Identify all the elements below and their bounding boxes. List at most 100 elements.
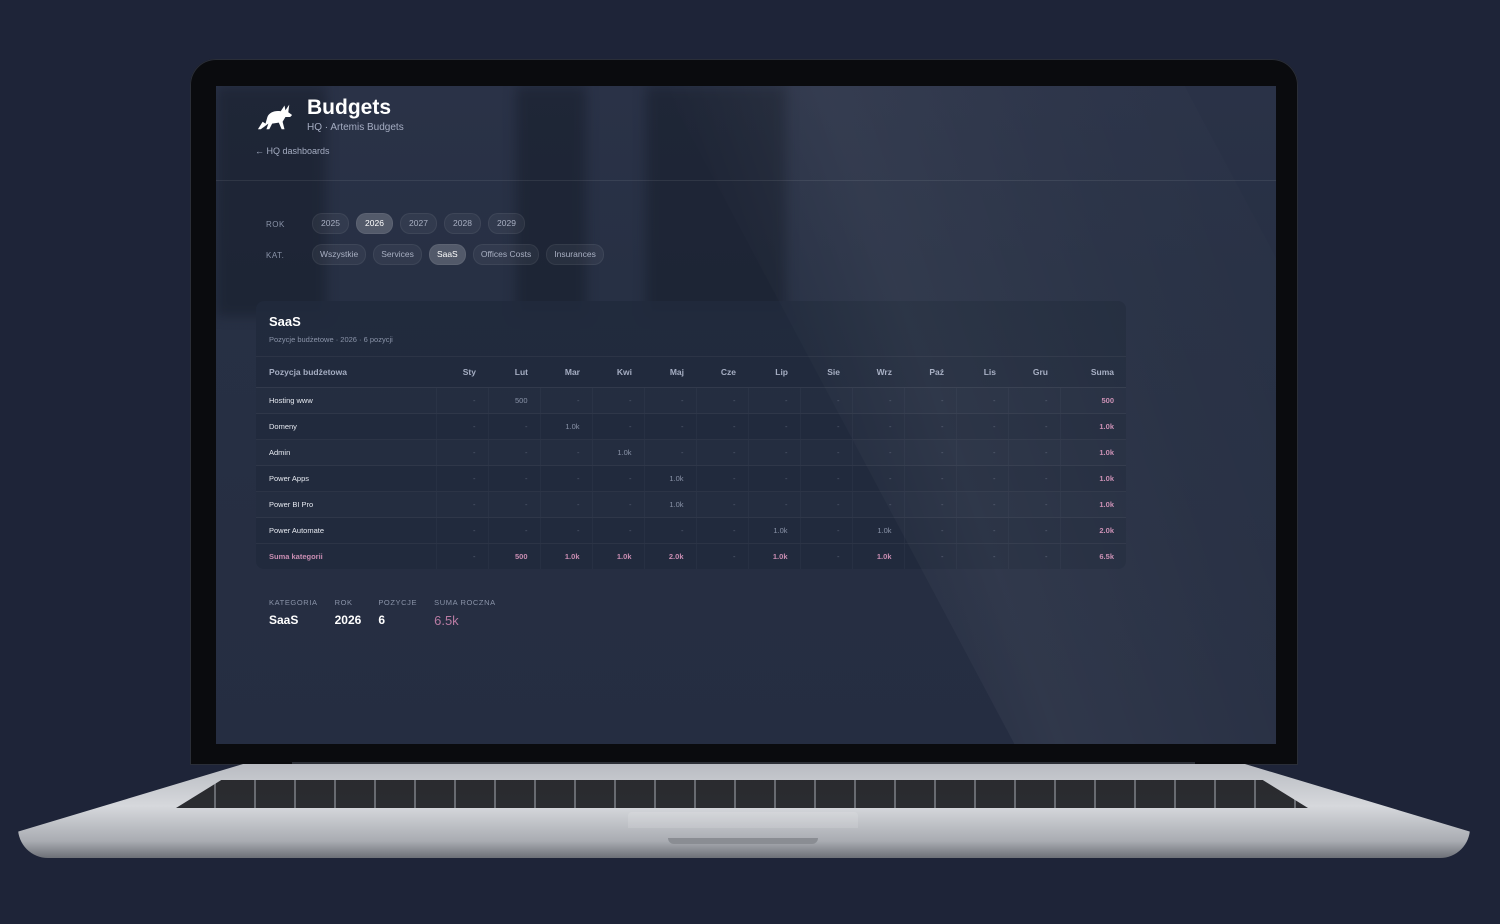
column-header: Cze bbox=[696, 356, 748, 388]
table-cell: - bbox=[644, 439, 696, 466]
table-cell: - bbox=[956, 517, 1008, 544]
table-cell: - bbox=[436, 387, 488, 414]
year-pill-2029[interactable]: 2029 bbox=[488, 213, 525, 234]
table-cell: - bbox=[436, 439, 488, 466]
table-cell: - bbox=[696, 517, 748, 544]
table-cell: - bbox=[800, 517, 852, 544]
category-pill-saas[interactable]: SaaS bbox=[428, 244, 466, 265]
table-cell: - bbox=[852, 439, 904, 466]
table-cell: - bbox=[956, 439, 1008, 466]
table-cell: - bbox=[436, 413, 488, 440]
table-cell: - bbox=[748, 465, 800, 492]
stat-year: ROK 2026 bbox=[335, 598, 362, 628]
budget-card: SaaS Pozycje budżetowe · 2026 · 6 pozycj… bbox=[256, 301, 1126, 569]
table-cell: - bbox=[852, 465, 904, 492]
row-name: Suma kategorii bbox=[256, 543, 436, 569]
row-sum: 2.0k bbox=[1060, 517, 1126, 544]
table-cell: - bbox=[592, 413, 644, 440]
table-cell: 1.0k bbox=[748, 543, 800, 569]
year-pill-2027[interactable]: 2027 bbox=[400, 213, 437, 234]
stat-label: ROK bbox=[334, 598, 353, 607]
table-cell: - bbox=[592, 491, 644, 518]
row-name: Admin bbox=[256, 439, 436, 466]
table-cell: - bbox=[800, 413, 852, 440]
table-cell: - bbox=[644, 517, 696, 544]
category-pill-insurances[interactable]: Insurances bbox=[546, 244, 604, 265]
table-cell: - bbox=[696, 543, 748, 569]
column-header: Paź bbox=[904, 356, 956, 388]
card-title: SaaS bbox=[269, 314, 301, 329]
table-cell: - bbox=[904, 387, 956, 414]
table-cell: - bbox=[956, 543, 1008, 569]
row-name: Domeny bbox=[256, 413, 436, 440]
column-header: Kwi bbox=[592, 356, 644, 388]
table-cell: - bbox=[800, 387, 852, 414]
table-cell: - bbox=[1008, 543, 1060, 569]
table-cell: - bbox=[488, 413, 540, 440]
table-row: Domeny - -1.0k - - - - - - - - -1.0k bbox=[256, 413, 1126, 440]
table-cell: - bbox=[748, 413, 800, 440]
row-sum: 1.0k bbox=[1060, 413, 1126, 440]
table-cell: - bbox=[852, 387, 904, 414]
table-cell: - bbox=[540, 517, 592, 544]
row-name: Hosting www bbox=[256, 387, 436, 414]
table-cell: - bbox=[904, 413, 956, 440]
budget-table: Pozycja budżetowa Sty Lut Mar Kwi Maj Cze Lip Si… bbox=[256, 356, 1126, 569]
table-cell: 1.0k bbox=[540, 543, 592, 569]
table-cell: - bbox=[904, 439, 956, 466]
header-divider bbox=[216, 180, 1276, 181]
table-cell: - bbox=[540, 387, 592, 414]
table-cell: 1.0k bbox=[852, 543, 904, 569]
stat-value: 2026 bbox=[334, 613, 362, 627]
table-cell: - bbox=[956, 387, 1008, 414]
table-cell: - bbox=[748, 387, 800, 414]
table-cell: - bbox=[904, 517, 956, 544]
table-cell: - bbox=[696, 387, 748, 414]
column-header: Lut bbox=[488, 356, 540, 388]
app-screen: Budgets HQ · Artemis Budgets ← HQ dashbo… bbox=[216, 86, 1276, 744]
column-header: Maj bbox=[644, 356, 696, 388]
table-cell: - bbox=[1008, 491, 1060, 518]
year-pill-2028[interactable]: 2028 bbox=[444, 213, 481, 234]
table-cell: - bbox=[1008, 387, 1060, 414]
laptop-keyboard bbox=[176, 780, 1308, 808]
category-pill-services[interactable]: Services bbox=[373, 244, 422, 265]
table-cell: - bbox=[852, 491, 904, 518]
column-header: Pozycja budżetowa bbox=[256, 356, 436, 388]
laptop-trackpad bbox=[628, 812, 858, 828]
table-cell: - bbox=[1008, 439, 1060, 466]
table-cell: - bbox=[800, 439, 852, 466]
table-total-row: Suma kategorii -500 1.0k 1.0k 2.0k -1.0k -1.0k… bbox=[256, 543, 1126, 569]
table-cell: - bbox=[436, 491, 488, 518]
table-cell: - bbox=[540, 439, 592, 466]
category-pill-offices-costs[interactable]: Offices Costs bbox=[472, 244, 540, 265]
table-cell: - bbox=[956, 413, 1008, 440]
page-subtitle: HQ · Artemis Budgets bbox=[307, 122, 404, 133]
back-link-hq-dashboards[interactable]: ← HQ dashboards bbox=[255, 146, 330, 156]
column-header: Sty bbox=[436, 356, 488, 388]
stat-label: POZYCJE bbox=[378, 598, 418, 607]
table-cell: - bbox=[904, 465, 956, 492]
table-cell: - bbox=[540, 465, 592, 492]
table-cell: 1.0k bbox=[644, 491, 696, 518]
category-pill-wszystkie[interactable]: Wszystkie bbox=[312, 244, 367, 265]
year-pill-2026[interactable]: 2026 bbox=[356, 213, 393, 234]
background-blur bbox=[646, 86, 786, 316]
table-cell: - bbox=[644, 413, 696, 440]
table-cell: - bbox=[852, 413, 904, 440]
year-pill-2025[interactable]: 2025 bbox=[312, 213, 349, 234]
stat-value: 6 bbox=[378, 613, 385, 627]
table-cell: - bbox=[956, 491, 1008, 518]
category-filter-label: KAT. bbox=[266, 251, 285, 260]
table-cell: - bbox=[904, 491, 956, 518]
column-header: Mar bbox=[540, 356, 592, 388]
table-cell: 2.0k bbox=[644, 543, 696, 569]
column-header: Gru bbox=[1008, 356, 1060, 388]
table-cell: - bbox=[436, 465, 488, 492]
table-cell: - bbox=[800, 543, 852, 569]
table-cell: - bbox=[644, 387, 696, 414]
table-cell: 1.0k bbox=[540, 413, 592, 440]
table-row: Power BI Pro - - - -1.0k - - - - - - -1.0k bbox=[256, 491, 1126, 518]
table-cell: - bbox=[488, 517, 540, 544]
column-header: Wrz bbox=[852, 356, 904, 388]
